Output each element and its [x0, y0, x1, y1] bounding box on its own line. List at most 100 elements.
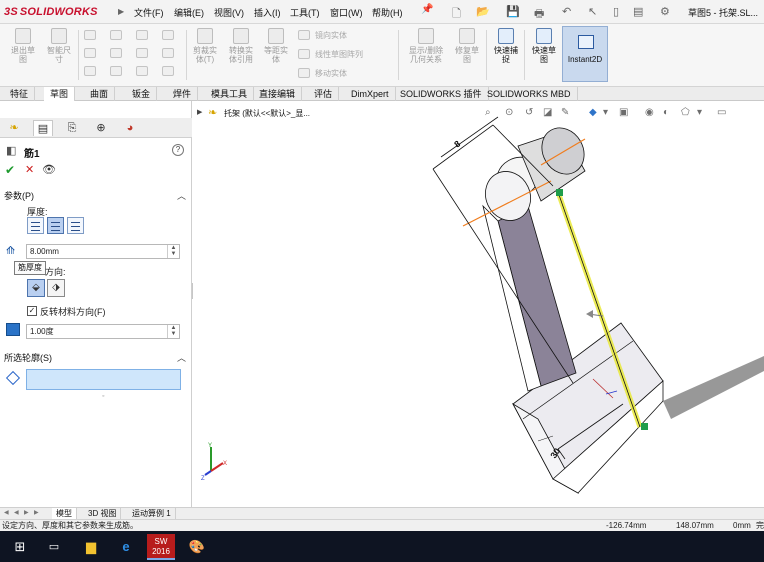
thickness-both-sides-button[interactable]: [47, 217, 64, 234]
file-properties-icon[interactable]: ▤: [633, 5, 643, 18]
display-pane-icon[interactable]: ▭: [717, 107, 726, 118]
print-icon[interactable]: 🖶: [534, 5, 544, 24]
scene-icon[interactable]: ⬠: [681, 107, 690, 118]
scroll-left-icon[interactable]: ◀: [14, 509, 19, 516]
dynamic-annotation-icon[interactable]: ✎: [561, 107, 569, 118]
rib-thickness-input[interactable]: 8.00mm ▲ ▼: [26, 244, 180, 259]
point-icon[interactable]: [136, 48, 148, 58]
undo-icon[interactable]: ↶: [562, 5, 571, 18]
selected-contours-listbox[interactable]: [26, 369, 181, 390]
circle-icon[interactable]: [110, 30, 122, 40]
zoom-to-fit-icon[interactable]: ⌕: [485, 107, 491, 118]
select-arrow-icon[interactable]: ↖: [588, 5, 597, 18]
zoom-to-area-icon[interactable]: ⊙: [505, 107, 513, 118]
repair-sketch-button[interactable]: 修复草 图: [452, 28, 482, 64]
dimxpert-manager-tab-icon[interactable]: ⊕: [91, 120, 111, 136]
scroll-left-icon[interactable]: ◀: [4, 509, 9, 516]
text-icon[interactable]: [162, 30, 174, 40]
scroll-right-icon[interactable]: ▶: [24, 509, 29, 516]
hide-show-items-icon[interactable]: ◉: [645, 107, 654, 118]
ok-checkmark-icon[interactable]: ✔: [5, 163, 15, 177]
scroll-right-icon[interactable]: ▶: [34, 509, 39, 516]
slot-icon[interactable]: [84, 66, 96, 76]
tab-dimxpert[interactable]: DimXpert: [345, 87, 396, 101]
convert-entities-button[interactable]: 转换实 体引用: [224, 28, 258, 64]
solidworks-logo[interactable]: 3S SOLIDWORKS: [4, 4, 98, 20]
pin-icon[interactable]: 📌: [421, 4, 433, 15]
display-relations-button[interactable]: 显示/删除 几何关系: [404, 28, 448, 64]
tab-solidworks-addins[interactable]: SOLIDWORKS 插件: [394, 87, 489, 101]
parameters-section-header[interactable]: 参数(P) ︿: [0, 189, 192, 203]
draft-toggle-icon[interactable]: [6, 323, 20, 336]
menu-view[interactable]: 视图(V): [214, 6, 244, 19]
tab-motion-study[interactable]: 运动算例 1: [128, 508, 176, 519]
chamfer-icon[interactable]: [162, 66, 174, 76]
file-explorer-icon[interactable]: ▆: [79, 535, 103, 559]
line-icon[interactable]: [84, 30, 96, 40]
property-manager-tab-icon[interactable]: ▤: [33, 120, 53, 136]
menu-insert[interactable]: 插入(I): [254, 6, 281, 19]
rapid-sketch-button[interactable]: 快速草 图: [528, 28, 560, 64]
tab-solidworks-mbd[interactable]: SOLIDWORKS MBD: [481, 87, 578, 101]
menu-help[interactable]: 帮助(H): [372, 6, 403, 19]
offset-entities-button[interactable]: 等距实 体: [260, 28, 292, 64]
configuration-manager-tab-icon[interactable]: ⎘: [62, 120, 82, 136]
appearance-icon[interactable]: ◐: [663, 107, 669, 118]
help-icon[interactable]: ?: [172, 144, 184, 156]
tab-model[interactable]: 模型: [52, 508, 77, 519]
view-settings-icon[interactable]: ▾: [697, 107, 702, 118]
tab-evaluate[interactable]: 评估: [308, 87, 340, 101]
plane-icon[interactable]: [162, 48, 174, 58]
windows-start-icon[interactable]: ⊞: [8, 535, 32, 559]
solidworks-taskbar-icon[interactable]: SW 2016: [147, 534, 175, 560]
tab-sheet-metal[interactable]: 钣金: [126, 87, 158, 101]
new-file-icon[interactable]: 🗋: [452, 5, 461, 24]
polygon-icon[interactable]: [110, 66, 122, 76]
tab-mold-tools[interactable]: 模具工具: [205, 87, 255, 101]
tree-expand-arrow-icon[interactable]: ▶: [197, 108, 202, 116]
feature-manager-tab-icon[interactable]: ❧: [4, 120, 24, 136]
spline-icon[interactable]: [136, 30, 148, 40]
menu-edit[interactable]: 编辑(E): [174, 6, 204, 19]
options-gear-icon[interactable]: ⚙: [660, 5, 670, 18]
thickness-spinner[interactable]: ▲ ▼: [167, 245, 179, 258]
arc-icon[interactable]: [110, 48, 122, 58]
linear-pattern-button[interactable]: 线性草图阵列: [315, 49, 363, 60]
previous-view-icon[interactable]: ↺: [525, 107, 533, 118]
normal-to-sketch-button[interactable]: ⬗: [47, 279, 65, 297]
tab-features[interactable]: 特征: [4, 87, 36, 101]
move-entities-button[interactable]: 移动实体: [315, 68, 347, 79]
save-icon[interactable]: 💾: [506, 5, 520, 18]
exit-sketch-button[interactable]: 退出草 图: [6, 28, 40, 64]
draft-spinner[interactable]: ▲ ▼: [167, 325, 179, 338]
feature-tree-root[interactable]: 托架 (默认<<默认>_显...: [224, 108, 310, 119]
flip-material-side-checkbox[interactable]: ✓: [27, 306, 37, 316]
tab-weldments[interactable]: 焊件: [167, 87, 199, 101]
paint-app-icon[interactable]: 🎨: [185, 535, 209, 559]
tab-3d-view[interactable]: 3D 视图: [84, 508, 122, 519]
thickness-second-side-button[interactable]: [67, 217, 84, 234]
fillet-icon[interactable]: [136, 66, 148, 76]
instant2d-button[interactable]: Instant2D: [562, 26, 608, 82]
section-view-icon[interactable]: ◪: [543, 107, 552, 118]
menu-tools[interactable]: 工具(T): [290, 6, 320, 19]
draft-angle-input[interactable]: 1.00度 ▲ ▼: [26, 324, 180, 339]
parallel-to-sketch-button[interactable]: ⬙: [27, 279, 45, 297]
preview-eye-icon[interactable]: 👁: [42, 163, 56, 176]
graphics-area[interactable]: 8 30 ▶ ❧ 托架 (默认<<默认>_显... ⌕ ⊙ ↺ ◪ ✎ ◆ ▾ …: [193, 101, 764, 507]
quick-snaps-button[interactable]: 快速捕 捉: [490, 28, 522, 64]
tab-surfaces[interactable]: 曲面: [84, 87, 116, 101]
display-style-icon[interactable]: ▣: [619, 107, 628, 118]
thickness-first-side-button[interactable]: [27, 217, 44, 234]
display-manager-tab-icon[interactable]: ◕: [120, 120, 140, 136]
selected-contours-section-header[interactable]: 所选轮廓(S) ︿: [0, 351, 192, 365]
mirror-entities-button[interactable]: 镜向实体: [315, 30, 347, 41]
rectangle-icon[interactable]: [84, 48, 96, 58]
smart-dimension-button[interactable]: 智能尺 寸: [42, 28, 76, 64]
view-orientation-dropdown-icon[interactable]: ▾: [603, 107, 608, 118]
tab-sketch[interactable]: 草图: [44, 87, 76, 101]
cancel-x-icon[interactable]: ✕: [25, 163, 34, 176]
trim-entities-button[interactable]: 剪裁实 体(T): [190, 28, 220, 64]
tab-direct-editing[interactable]: 直接编辑: [253, 87, 303, 101]
resize-handle[interactable]: ◦: [102, 393, 104, 400]
